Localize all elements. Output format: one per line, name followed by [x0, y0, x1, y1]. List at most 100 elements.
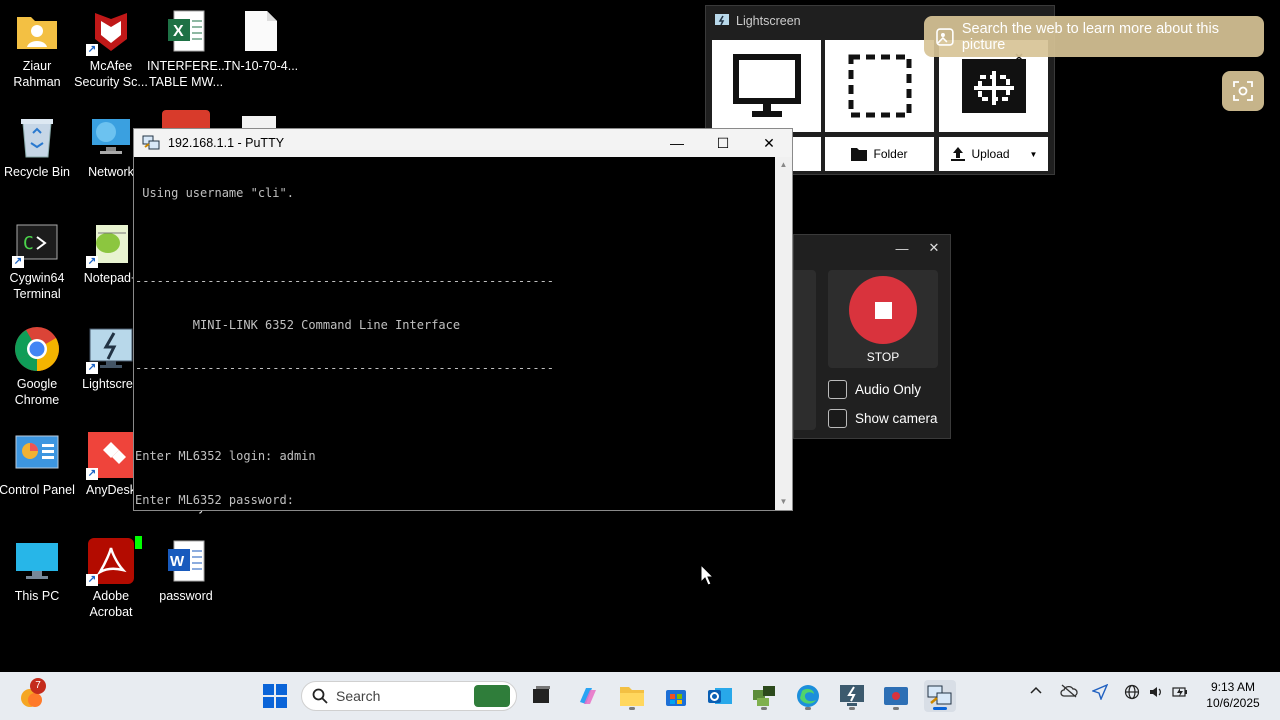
desktop-icon-control-panel[interactable]: Control Panel: [0, 432, 76, 498]
windows-icon: [263, 684, 287, 708]
desktop-icon-this-pc[interactable]: This PC: [0, 538, 76, 604]
image-search-icon: [936, 27, 954, 46]
monitor-icon: [732, 54, 801, 117]
scroll-down-icon[interactable]: ▼: [775, 494, 792, 510]
audio-only-checkbox[interactable]: Audio Only: [828, 380, 921, 399]
desktop-icon-label: Google Chrome: [14, 377, 60, 407]
running-indicator: [849, 707, 855, 710]
taskbar-file-explorer[interactable]: [616, 680, 648, 712]
taskbar-edge[interactable]: [792, 680, 824, 712]
desktop-icon-label: Adobe Acrobat: [89, 589, 133, 619]
onedrive-offline-icon: [1060, 684, 1078, 698]
search-icon: [312, 688, 328, 704]
terminal-line: Using username "cli".: [135, 186, 294, 201]
checkbox-box[interactable]: [828, 409, 847, 428]
running-indicator: [893, 707, 899, 710]
battery-tray-button[interactable]: [1172, 684, 1188, 703]
folder-icon: [851, 148, 868, 161]
visual-search-button[interactable]: [1222, 71, 1264, 111]
taskbar-store[interactable]: [660, 680, 692, 712]
shortcut-arrow-icon: ↗: [86, 468, 98, 480]
document-icon: [238, 8, 284, 54]
terminal-output[interactable]: Using username "cli". ------------------…: [134, 157, 775, 550]
maximize-button[interactable]: ☐: [700, 129, 746, 157]
desktop-icon-ziaur-rahman[interactable]: Ziaur Rahman: [0, 8, 76, 90]
running-indicator: [805, 707, 811, 710]
desktop-icon-chrome[interactable]: Google Chrome: [0, 326, 76, 408]
store-icon: [666, 690, 686, 706]
acrobat-icon: ↗: [86, 538, 134, 586]
desktop-icon-label: This PC: [14, 589, 60, 603]
screen-recorder-panel[interactable]: — ✕ STOP Audio Only Show camera: [793, 234, 951, 439]
location-tray-button[interactable]: [1091, 683, 1109, 703]
mcafee-icon: ↗: [86, 8, 134, 56]
system-clock[interactable]: 9:13 AM 10/6/2025: [1198, 679, 1268, 711]
screen-recorder-icon: [884, 687, 908, 705]
area-select-icon: [848, 54, 911, 118]
stop-label: STOP: [866, 350, 900, 364]
audio-only-label: Audio Only: [855, 382, 922, 397]
folder-button[interactable]: Folder: [825, 137, 934, 171]
show-camera-label: Show camera: [855, 411, 938, 426]
lightscreen-icon: [840, 685, 864, 706]
desktop-icon-mcafee[interactable]: ↗ McAfee Security Sc...: [72, 8, 150, 90]
close-button[interactable]: ✕: [918, 240, 950, 256]
network-tray-button[interactable]: [1124, 684, 1140, 703]
upload-button[interactable]: Upload ▼: [939, 137, 1048, 171]
taskbar-putty[interactable]: [924, 680, 956, 712]
screenshot-fullscreen-button[interactable]: [712, 40, 821, 132]
minimize-button[interactable]: —: [654, 129, 700, 157]
chevron-down-icon[interactable]: ▼: [1030, 150, 1038, 159]
task-view-icon: [533, 686, 550, 703]
network-app-icon: [753, 686, 775, 706]
stop-recording-button[interactable]: STOP: [828, 270, 938, 368]
taskbar-copilot[interactable]: [572, 680, 604, 712]
taskbar-recorder[interactable]: [880, 680, 912, 712]
scroll-up-icon[interactable]: ▲: [775, 157, 792, 173]
desktop-icon-cygwin[interactable]: C ↗ Cygwin64 Terminal: [0, 220, 76, 302]
putty-titlebar[interactable]: 192.168.1.1 - PuTTY — ☐ ✕: [134, 129, 792, 157]
terminal-line: ----------------------------------------…: [135, 273, 555, 288]
start-button[interactable]: [259, 680, 291, 712]
search-placeholder: Search: [336, 688, 381, 704]
globe-icon: [1124, 684, 1140, 700]
show-hidden-icons-button[interactable]: [1030, 684, 1042, 698]
recorder-left-panel: [794, 270, 816, 430]
desktop-icon-label: Cygwin64 Terminal: [9, 271, 65, 301]
close-button[interactable]: ✕: [746, 129, 792, 157]
shortcut-arrow-icon: ↗: [12, 256, 24, 268]
network-icon: [88, 114, 134, 160]
taskbar-network-app[interactable]: [748, 680, 780, 712]
minimize-button[interactable]: —: [886, 241, 918, 256]
stop-circle-icon: [849, 276, 917, 344]
terminal-line: Enter ML6352 password:: [135, 492, 294, 507]
chrome-icon: [14, 326, 60, 372]
onedrive-tray-button[interactable]: [1060, 684, 1078, 701]
putty-window[interactable]: 192.168.1.1 - PuTTY — ☐ ✕ Using username…: [133, 128, 793, 550]
lightscreen-app-icon: [715, 14, 729, 26]
visual-search-suggestion[interactable]: Search the web to learn more about this …: [924, 16, 1264, 57]
checkbox-box[interactable]: [828, 380, 847, 399]
desktop-icon-label: McAfee Security Sc...: [74, 59, 148, 89]
volume-tray-button[interactable]: [1148, 684, 1164, 703]
weather-widget[interactable]: 7: [16, 678, 48, 712]
putty-title: 192.168.1.1 - PuTTY: [168, 136, 285, 150]
search-highlight-icon: [474, 685, 510, 707]
user-folder-icon: [14, 8, 60, 54]
desktop-icon-interference-table[interactable]: X INTERFERE... TABLE MW...: [147, 8, 228, 90]
desktop-icon-recycle-bin[interactable]: Recycle Bin: [0, 114, 76, 180]
desktop-icon-hidden-red[interactable]: [162, 110, 210, 130]
task-view-button[interactable]: [525, 680, 557, 712]
speaker-icon: [1150, 687, 1161, 697]
putty-icon: [142, 134, 160, 152]
desktop-icon-label: password: [159, 589, 213, 603]
window-capture-icon: [961, 53, 1026, 113]
show-camera-checkbox[interactable]: Show camera: [828, 409, 938, 428]
taskbar-lightscreen[interactable]: [836, 680, 868, 712]
desktop-icon-tn-document[interactable]: TN-10-70-4...: [222, 8, 300, 74]
taskbar-search-box[interactable]: Search: [301, 681, 517, 711]
screenshot-area-button[interactable]: [825, 40, 934, 132]
taskbar-outlook[interactable]: [704, 680, 736, 712]
terminal-scrollbar[interactable]: ▲ ▼: [775, 157, 792, 510]
